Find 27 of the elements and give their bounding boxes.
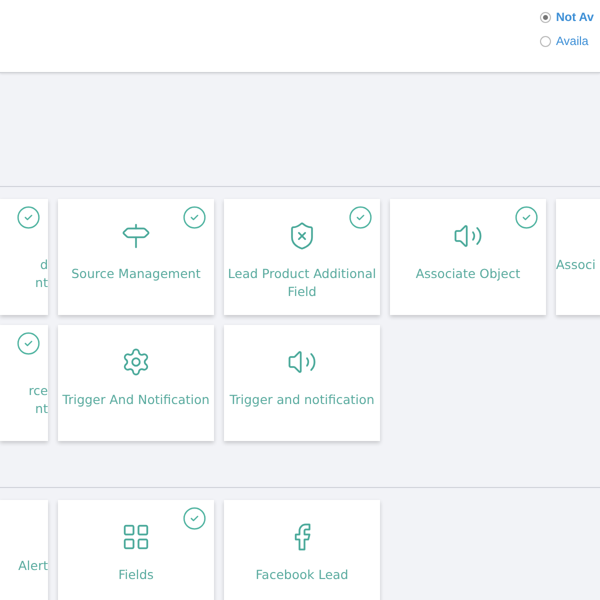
module-label: Alert xyxy=(18,557,48,575)
module-label: Associ xyxy=(556,256,596,274)
module-card[interactable]: rce nt xyxy=(0,325,48,441)
module-card[interactable]: Fields xyxy=(58,500,214,600)
gear-icon xyxy=(121,347,151,377)
module-card[interactable]: Alert xyxy=(0,500,48,600)
module-card[interactable]: Associ xyxy=(556,199,600,315)
module-card[interactable]: Trigger and notification xyxy=(224,325,380,441)
availability-radio[interactable]: Availa xyxy=(540,34,600,48)
module-label: Fields xyxy=(118,566,154,584)
signpost-icon xyxy=(121,221,151,251)
module-label: Facebook Lead xyxy=(256,566,348,584)
availability-radio[interactable]: Not Av xyxy=(540,10,600,24)
module-card[interactable]: Lead Product Additional Field xyxy=(224,199,380,315)
module-card[interactable]: Associate Object xyxy=(390,199,546,315)
module-card[interactable]: Facebook Lead xyxy=(224,500,380,600)
module-label: Lead Product Additional Field xyxy=(228,265,376,301)
module-label: Source Management xyxy=(71,265,201,283)
module-card[interactable]: Source Management xyxy=(58,199,214,315)
module-card[interactable]: d nt xyxy=(0,199,48,315)
module-label: Trigger and notification xyxy=(230,391,374,409)
module-label: Associate Object xyxy=(416,265,520,283)
module-label: Trigger And Notification xyxy=(62,391,210,409)
module-card[interactable]: Trigger And Notification xyxy=(58,325,214,441)
module-label: d nt xyxy=(35,256,48,292)
grid-icon xyxy=(121,522,151,552)
module-label: rce nt xyxy=(28,382,48,418)
